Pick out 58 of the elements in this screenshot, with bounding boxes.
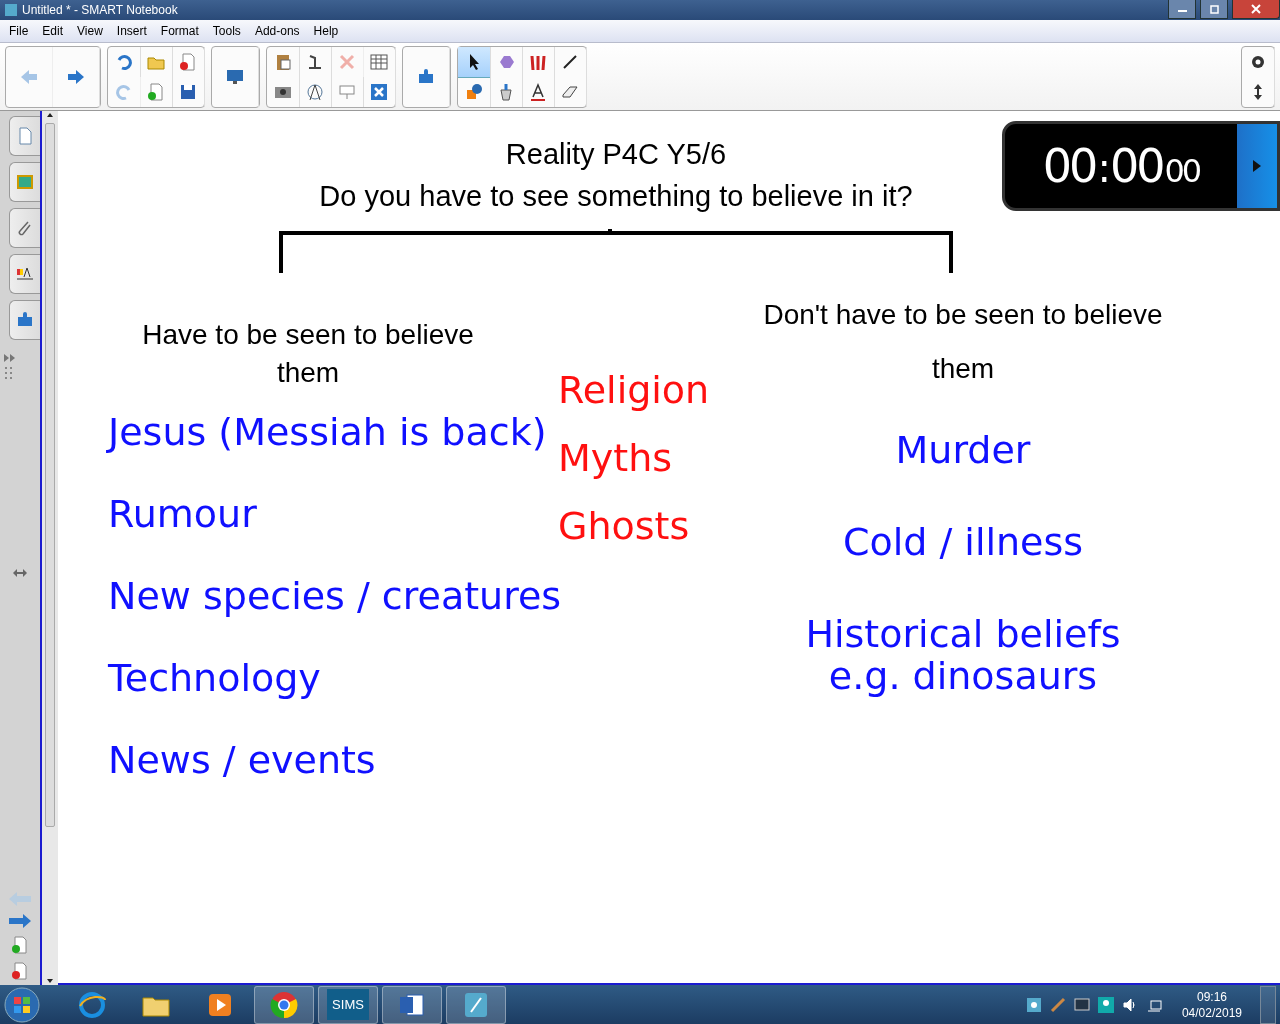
app-icon bbox=[4, 3, 18, 17]
menu-item[interactable]: File bbox=[2, 24, 36, 38]
timer-fraction[interactable]: 00 bbox=[1164, 152, 1200, 190]
chrome-icon[interactable] bbox=[269, 989, 299, 1020]
question-text: Do you have to see something to believe in it? bbox=[319, 179, 913, 214]
add-page-icon[interactable] bbox=[10, 935, 30, 955]
tray-users-icon[interactable] bbox=[1097, 996, 1114, 1013]
clock-time[interactable]: 09:16 bbox=[1196, 988, 1227, 1005]
restore-icon bbox=[1208, 3, 1220, 15]
next-page-icon[interactable] bbox=[8, 913, 32, 929]
restore-button[interactable] bbox=[1200, 0, 1228, 19]
compass-icon[interactable] bbox=[305, 81, 325, 102]
start-button[interactable] bbox=[1237, 124, 1277, 208]
handwritten-text: Religion bbox=[558, 370, 710, 414]
sims-app-icon[interactable]: SIMS bbox=[327, 989, 369, 1020]
handwritten-text: Cold / illness bbox=[841, 522, 1085, 566]
resize-arrows-icon[interactable] bbox=[12, 568, 28, 578]
timer-minutes[interactable]: 00 bbox=[1042, 139, 1096, 193]
play-icon bbox=[1252, 159, 1262, 173]
delete-page-icon[interactable] bbox=[10, 961, 30, 981]
column-heading: Have to be seen to believe them bbox=[141, 318, 475, 390]
menu-item[interactable]: Insert bbox=[109, 24, 154, 38]
page-title: Reality P4C Y5/6 bbox=[504, 137, 728, 172]
close-icon bbox=[1250, 3, 1262, 15]
tray-pen-icon[interactable] bbox=[1049, 996, 1066, 1013]
handwritten-text: Ghosts bbox=[558, 506, 690, 550]
handwritten-text: News / events bbox=[108, 740, 376, 784]
menu-item[interactable]: Help bbox=[306, 24, 346, 38]
handwritten-text: Murder bbox=[894, 430, 1032, 474]
handwritten-text: Rumour bbox=[108, 494, 257, 538]
handwritten-text: Myths bbox=[558, 438, 673, 482]
shapes-icon[interactable] bbox=[464, 81, 484, 102]
table-icon[interactable] bbox=[369, 51, 389, 72]
menu-item[interactable]: Edit bbox=[35, 24, 71, 38]
menu-item[interactable]: Format bbox=[153, 24, 206, 38]
handwritten-text: Jesus (Messiah is back) bbox=[108, 412, 547, 456]
window-title: Untitled * - SMART Notebook bbox=[22, 3, 179, 17]
timer-separator: : bbox=[1097, 145, 1108, 191]
handwritten-text: New species / creatures bbox=[108, 576, 562, 620]
add-page-icon[interactable] bbox=[146, 81, 166, 102]
minimize-button[interactable] bbox=[1168, 0, 1196, 19]
delete-page-icon[interactable] bbox=[178, 51, 198, 72]
volume-icon[interactable] bbox=[1121, 996, 1138, 1013]
column-heading: Don't have to be seen to believe them bbox=[762, 298, 1164, 386]
timer-widget[interactable]: 00:0000 bbox=[1002, 121, 1280, 211]
close-button[interactable] bbox=[1232, 0, 1280, 19]
text-tool-icon[interactable] bbox=[528, 81, 548, 102]
timer-seconds[interactable]: 00 bbox=[1109, 139, 1163, 193]
clock-date[interactable]: 04/02/2019 bbox=[1181, 1004, 1242, 1021]
handwritten-text: Technology bbox=[108, 658, 321, 702]
menu-item[interactable]: View bbox=[70, 24, 110, 38]
menu-item[interactable]: Add-ons bbox=[247, 24, 307, 38]
browser-e-icon[interactable] bbox=[77, 989, 107, 1020]
tools-icon[interactable] bbox=[369, 81, 389, 102]
handwritten-text: Historical beliefs e.g. dinosaurs bbox=[804, 614, 1122, 700]
tray-monitor-icon[interactable] bbox=[1073, 996, 1090, 1013]
menu-item[interactable]: Tools bbox=[205, 24, 248, 38]
start-button-icon[interactable] bbox=[4, 986, 40, 1023]
